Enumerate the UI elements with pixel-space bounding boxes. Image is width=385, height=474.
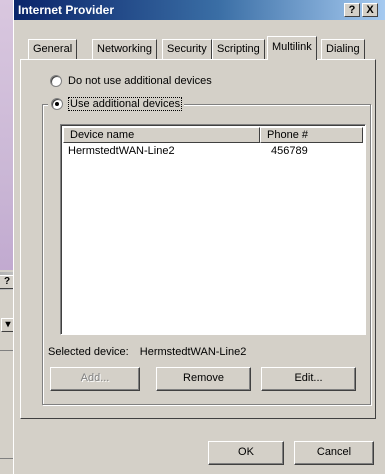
dialog-title: Internet Provider xyxy=(18,3,115,17)
cancel-button[interactable]: Cancel xyxy=(294,441,374,465)
column-header-phone[interactable]: Phone # xyxy=(260,127,363,143)
dialog-titlebar: Internet Provider ? X xyxy=(14,0,385,20)
internet-provider-dialog: Internet Provider ? X General Networking… xyxy=(13,0,385,474)
tab-general[interactable]: General xyxy=(28,39,78,59)
radio-use[interactable] xyxy=(51,98,63,110)
column-header-device-name[interactable]: Device name xyxy=(63,127,260,143)
no-additional-devices-label: Do not use additional devices xyxy=(68,75,212,87)
help-button[interactable]: ? xyxy=(344,3,360,17)
add-button[interactable]: Add... xyxy=(50,367,140,391)
selected-device-label: Selected device: xyxy=(48,346,129,358)
no-additional-devices-option[interactable]: Do not use additional devices xyxy=(50,75,212,87)
device-list[interactable]: Device name Phone # HermstedtWAN-Line2 4… xyxy=(60,124,366,335)
tab-security[interactable]: Security xyxy=(162,39,212,59)
tab-multilink[interactable]: Multilink xyxy=(267,36,317,60)
tab-scripting[interactable]: Scripting xyxy=(212,39,265,59)
edit-button[interactable]: Edit... xyxy=(261,367,356,391)
close-button[interactable]: X xyxy=(362,3,378,17)
selected-device-value: HermstedtWAN-Line2 xyxy=(139,346,247,358)
tab-networking[interactable]: Networking xyxy=(92,39,158,59)
remove-button[interactable]: Remove xyxy=(156,367,251,391)
tab-dialing[interactable]: Dialing xyxy=(321,39,365,59)
device-name-cell: HermstedtWAN-Line2 xyxy=(68,145,175,157)
ok-button[interactable]: OK xyxy=(208,441,284,465)
phone-cell: 456789 xyxy=(271,145,308,157)
radio-none[interactable] xyxy=(50,75,62,87)
use-additional-devices-option[interactable]: Use additional devices xyxy=(48,97,185,111)
use-additional-devices-label: Use additional devices xyxy=(67,97,183,111)
selected-device-row: Selected device: HermstedtWAN-Line2 xyxy=(48,346,246,358)
